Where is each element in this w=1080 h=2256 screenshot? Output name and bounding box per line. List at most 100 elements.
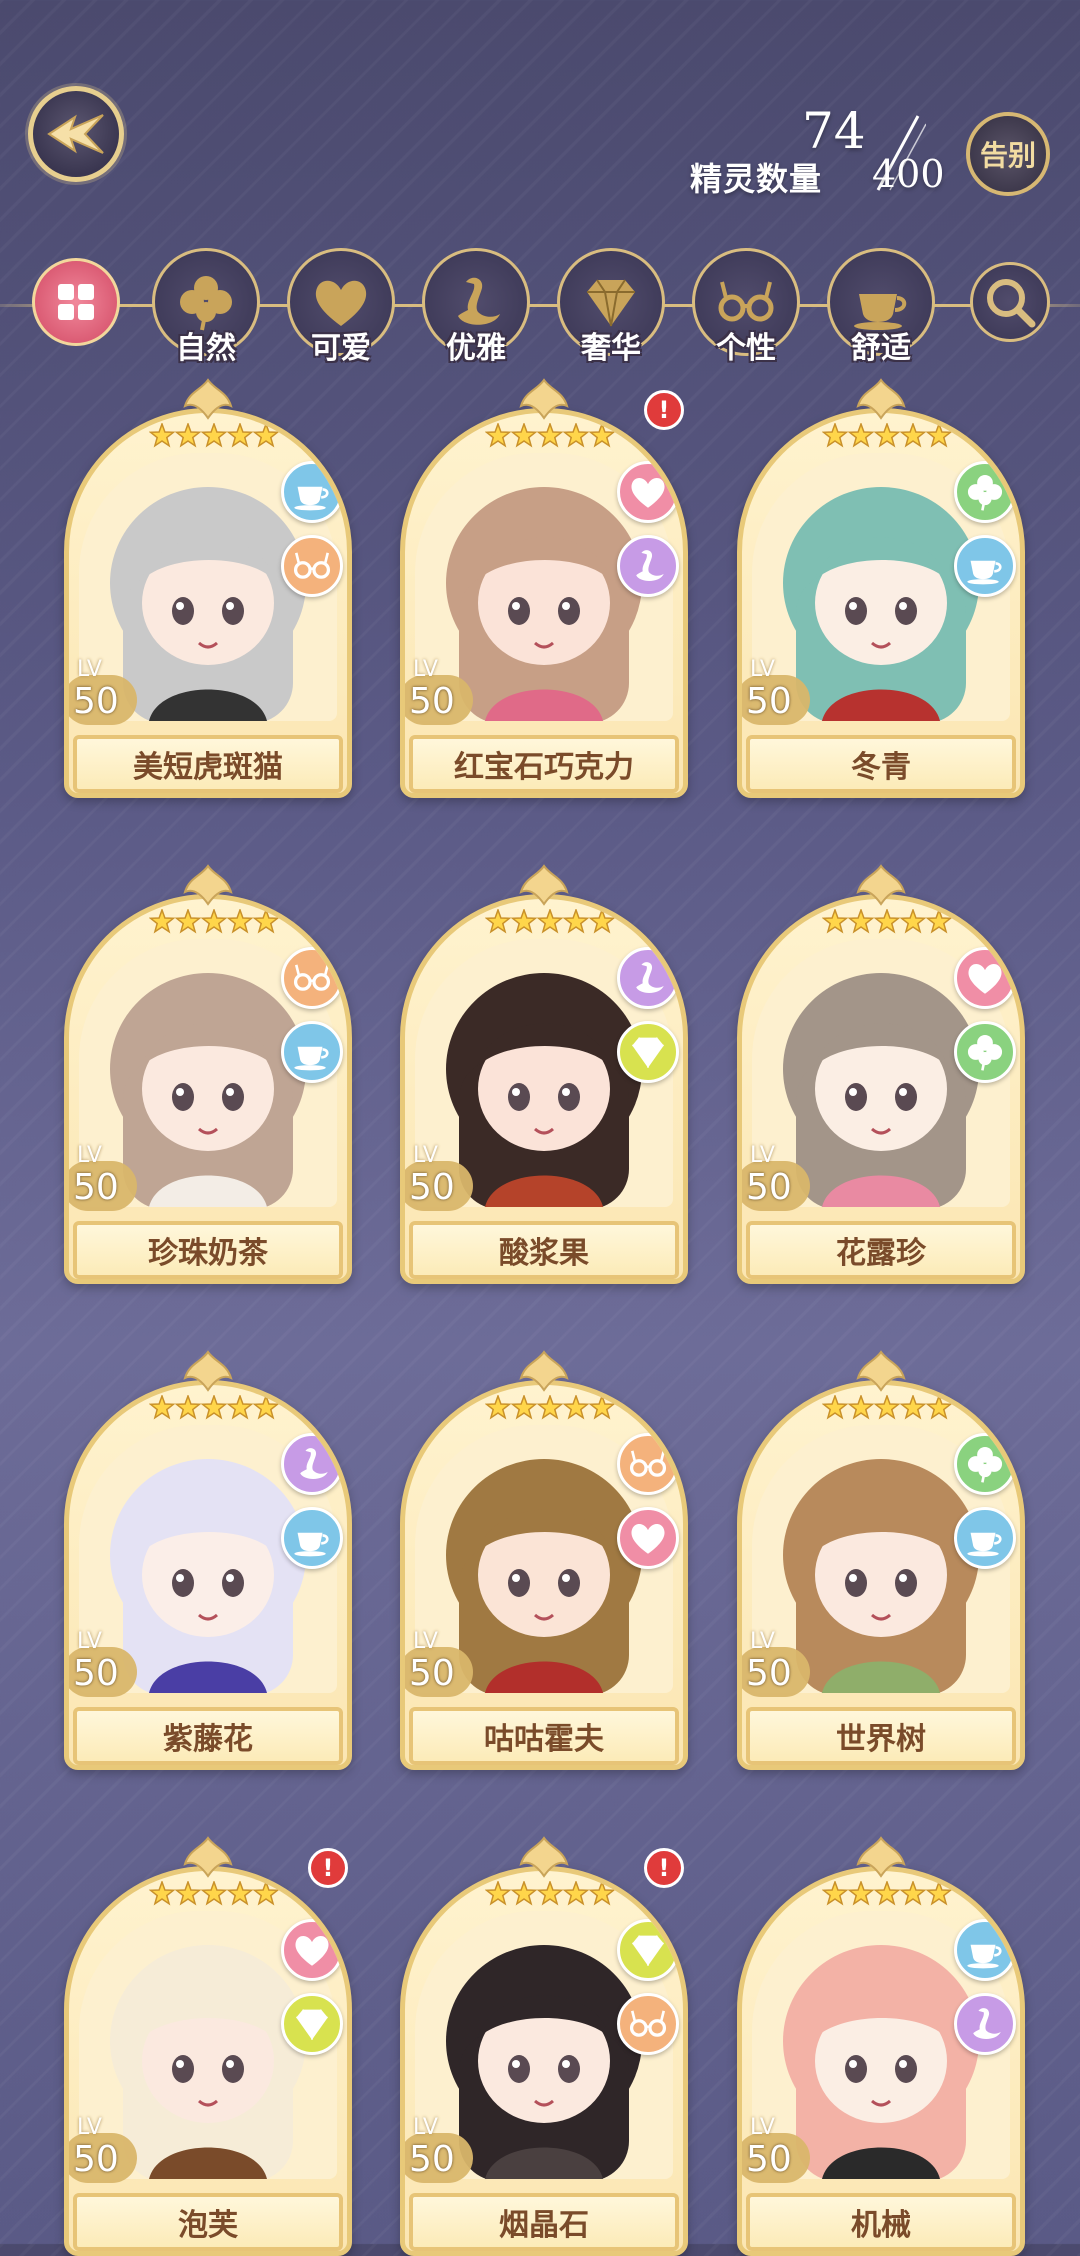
spirit-card[interactable]: LV 50 紫藤花: [64, 1350, 352, 1770]
level-badge: LV 50: [742, 2115, 812, 2183]
spirit-name: 红宝石巧克力: [409, 735, 679, 793]
level-value: 50: [73, 2139, 119, 2180]
spirit-name: 花露珍: [746, 1221, 1016, 1279]
spirit-card[interactable]: LV 50 珍珠奶茶: [64, 864, 352, 1284]
level-badge: LV 50: [742, 657, 812, 725]
card-frame: LV 50 美短虎斑猫: [64, 408, 352, 798]
level-label: LV: [413, 1143, 438, 1168]
clover-icon: [954, 1433, 1016, 1495]
spirit-card[interactable]: LV 50 咕咕霍夫: [400, 1350, 688, 1770]
level-badge: LV 50: [69, 1629, 139, 1697]
spirit-card[interactable]: LV 50 花露珍: [737, 864, 1025, 1284]
level-value: 50: [73, 1653, 119, 1694]
level-badge: LV 50: [405, 1629, 475, 1697]
level-value: 50: [409, 681, 455, 722]
level-value: 50: [409, 1653, 455, 1694]
swan-icon: [617, 947, 679, 1009]
alert-badge: !: [308, 1848, 348, 1888]
level-badge: LV 50: [69, 657, 139, 725]
level-label: LV: [413, 2115, 438, 2140]
level-badge: LV 50: [742, 1629, 812, 1697]
level-label: LV: [77, 2115, 102, 2140]
level-value: 50: [746, 2139, 792, 2180]
level-value: 50: [409, 1167, 455, 1208]
level-badge: LV 50: [69, 2115, 139, 2183]
heart-icon: [617, 1507, 679, 1569]
diamond-icon: [281, 1993, 343, 2055]
spirit-card[interactable]: LV 50 机械: [737, 1836, 1025, 2256]
card-frame: LV 50 酸浆果: [400, 894, 688, 1284]
card-frame: LV 50 紫藤花: [64, 1380, 352, 1770]
diamond-icon: [617, 1919, 679, 1981]
level-label: LV: [413, 1629, 438, 1654]
card-frame: LV 50 冬青: [737, 408, 1025, 798]
spirit-card[interactable]: LV 50 世界树: [737, 1350, 1025, 1770]
glasses-icon: [281, 535, 343, 597]
spirit-name: 烟晶石: [409, 2193, 679, 2251]
alert-badge: !: [644, 1848, 684, 1888]
card-frame: LV 50 珍珠奶茶: [64, 894, 352, 1284]
glasses-icon: [281, 947, 343, 1009]
level-badge: LV 50: [69, 1143, 139, 1211]
level-badge: LV 50: [405, 2115, 475, 2183]
glasses-icon: [617, 1433, 679, 1495]
diamond-icon: [617, 1021, 679, 1083]
card-frame: LV 50 泡芙: [64, 1866, 352, 2256]
card-frame: LV 50 世界树: [737, 1380, 1025, 1770]
level-value: 50: [746, 1167, 792, 1208]
card-frame: LV 50 机械: [737, 1866, 1025, 2256]
spirit-name: 紫藤花: [73, 1707, 343, 1765]
level-label: LV: [750, 1143, 775, 1168]
level-label: LV: [77, 1143, 102, 1168]
spirit-name: 咕咕霍夫: [409, 1707, 679, 1765]
level-label: LV: [750, 1629, 775, 1654]
card-frame: LV 50 花露珍: [737, 894, 1025, 1284]
clover-icon: [954, 1021, 1016, 1083]
level-label: LV: [750, 2115, 775, 2140]
spirit-name: 机械: [746, 2193, 1016, 2251]
spirit-grid: LV 50 美短虎斑猫 LV 50 红宝石巧克力! LV 50 冬青 LV 50 珍珠奶茶 LV 50 酸浆…: [0, 0, 1080, 2256]
level-value: 50: [746, 681, 792, 722]
level-label: LV: [750, 657, 775, 682]
alert-badge: !: [644, 390, 684, 430]
level-label: LV: [77, 1629, 102, 1654]
level-value: 50: [746, 1653, 792, 1694]
level-badge: LV 50: [405, 1143, 475, 1211]
spirit-name: 世界树: [746, 1707, 1016, 1765]
teacup-icon: [954, 1919, 1016, 1981]
teacup-icon: [281, 1021, 343, 1083]
level-value: 50: [73, 681, 119, 722]
level-label: LV: [77, 657, 102, 682]
swan-icon: [617, 535, 679, 597]
level-value: 50: [409, 2139, 455, 2180]
card-frame: LV 50 烟晶石: [400, 1866, 688, 2256]
teacup-icon: [281, 461, 343, 523]
swan-icon: [954, 1993, 1016, 2055]
spirit-name: 珍珠奶茶: [73, 1221, 343, 1279]
heart-icon: [617, 461, 679, 523]
swan-icon: [281, 1433, 343, 1495]
spirit-card[interactable]: LV 50 红宝石巧克力!: [400, 378, 688, 798]
level-badge: LV 50: [405, 657, 475, 725]
spirit-card[interactable]: LV 50 泡芙!: [64, 1836, 352, 2256]
spirit-card[interactable]: LV 50 冬青: [737, 378, 1025, 798]
spirit-name: 泡芙: [73, 2193, 343, 2251]
level-value: 50: [73, 1167, 119, 1208]
heart-icon: [281, 1919, 343, 1981]
clover-icon: [954, 461, 1016, 523]
glasses-icon: [617, 1993, 679, 2055]
spirit-card[interactable]: LV 50 美短虎斑猫: [64, 378, 352, 798]
spirit-card[interactable]: LV 50 酸浆果: [400, 864, 688, 1284]
card-frame: LV 50 红宝石巧克力: [400, 408, 688, 798]
teacup-icon: [281, 1507, 343, 1569]
level-badge: LV 50: [742, 1143, 812, 1211]
card-frame: LV 50 咕咕霍夫: [400, 1380, 688, 1770]
spirit-name: 酸浆果: [409, 1221, 679, 1279]
spirit-name: 美短虎斑猫: [73, 735, 343, 793]
spirit-name: 冬青: [746, 735, 1016, 793]
teacup-icon: [954, 535, 1016, 597]
heart-icon: [954, 947, 1016, 1009]
level-label: LV: [413, 657, 438, 682]
teacup-icon: [954, 1507, 1016, 1569]
spirit-card[interactable]: LV 50 烟晶石!: [400, 1836, 688, 2256]
